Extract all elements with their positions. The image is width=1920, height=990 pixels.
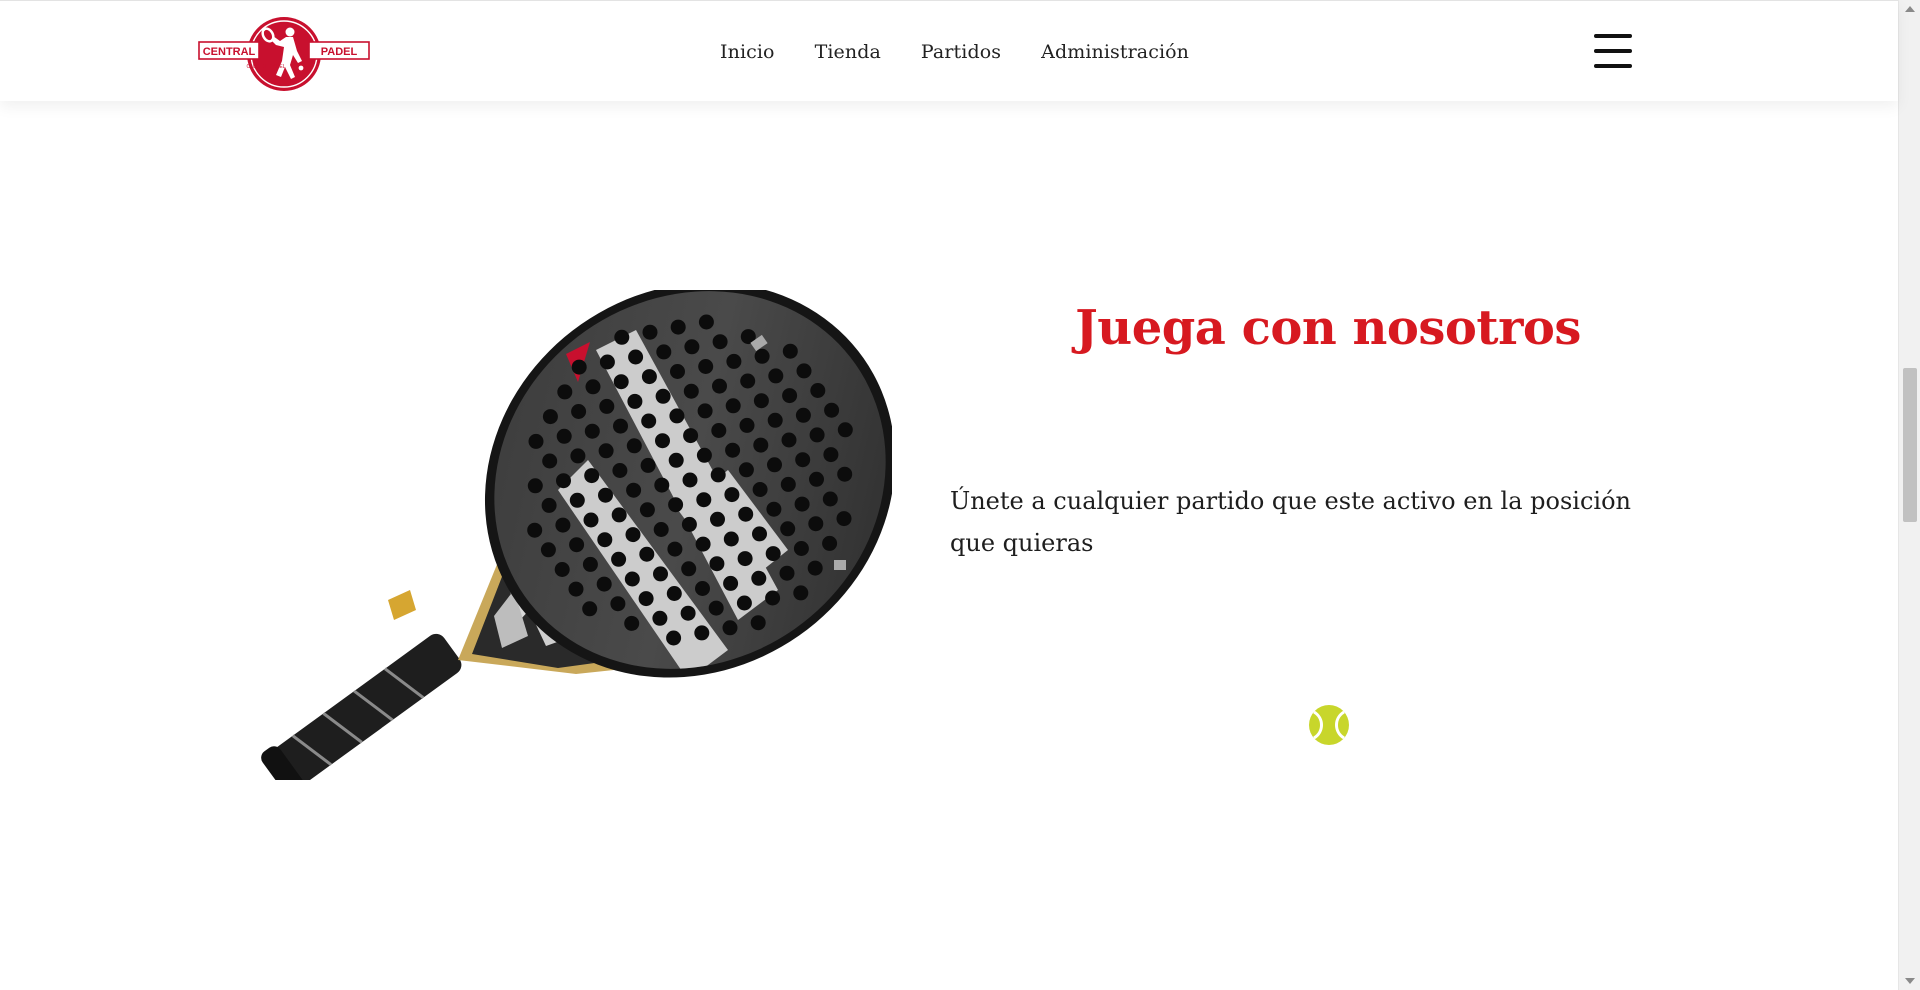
main-nav: Inicio Tienda Partidos Administración [720, 37, 1189, 67]
logo-subtitle: CLUB DE PADEL [246, 64, 285, 70]
section-description: Únete a cualquier partido que este activ… [950, 487, 1631, 557]
scroll-up-arrow-icon[interactable] [1905, 6, 1915, 12]
central-padel-logo: CENTRAL PADEL CLUB DE PADEL [198, 17, 370, 91]
hamburger-menu-icon[interactable] [1594, 34, 1632, 68]
scrollbar-thumb[interactable] [1903, 368, 1917, 522]
logo-text-right: PADEL [321, 46, 358, 58]
nav-partidos[interactable]: Partidos [921, 41, 1001, 63]
navbar: CENTRAL PADEL CLUB DE PADEL Inicio Tiend… [0, 0, 1898, 101]
padel-racket-image [258, 282, 896, 797]
page-scrollbar[interactable] [1898, 0, 1920, 990]
logo-text-left: CENTRAL [203, 46, 256, 58]
tennis-ball-icon [1308, 704, 1350, 746]
nav-administracion[interactable]: Administración [1041, 41, 1189, 63]
scroll-down-arrow-icon[interactable] [1905, 978, 1915, 984]
page: CENTRAL PADEL CLUB DE PADEL Inicio Tiend… [0, 0, 1920, 990]
nav-inicio[interactable]: Inicio [720, 41, 775, 63]
section-title: Juega con nosotros [1075, 300, 1581, 356]
logo-link[interactable]: CENTRAL PADEL CLUB DE PADEL [198, 15, 370, 93]
nav-tienda[interactable]: Tienda [815, 41, 881, 63]
